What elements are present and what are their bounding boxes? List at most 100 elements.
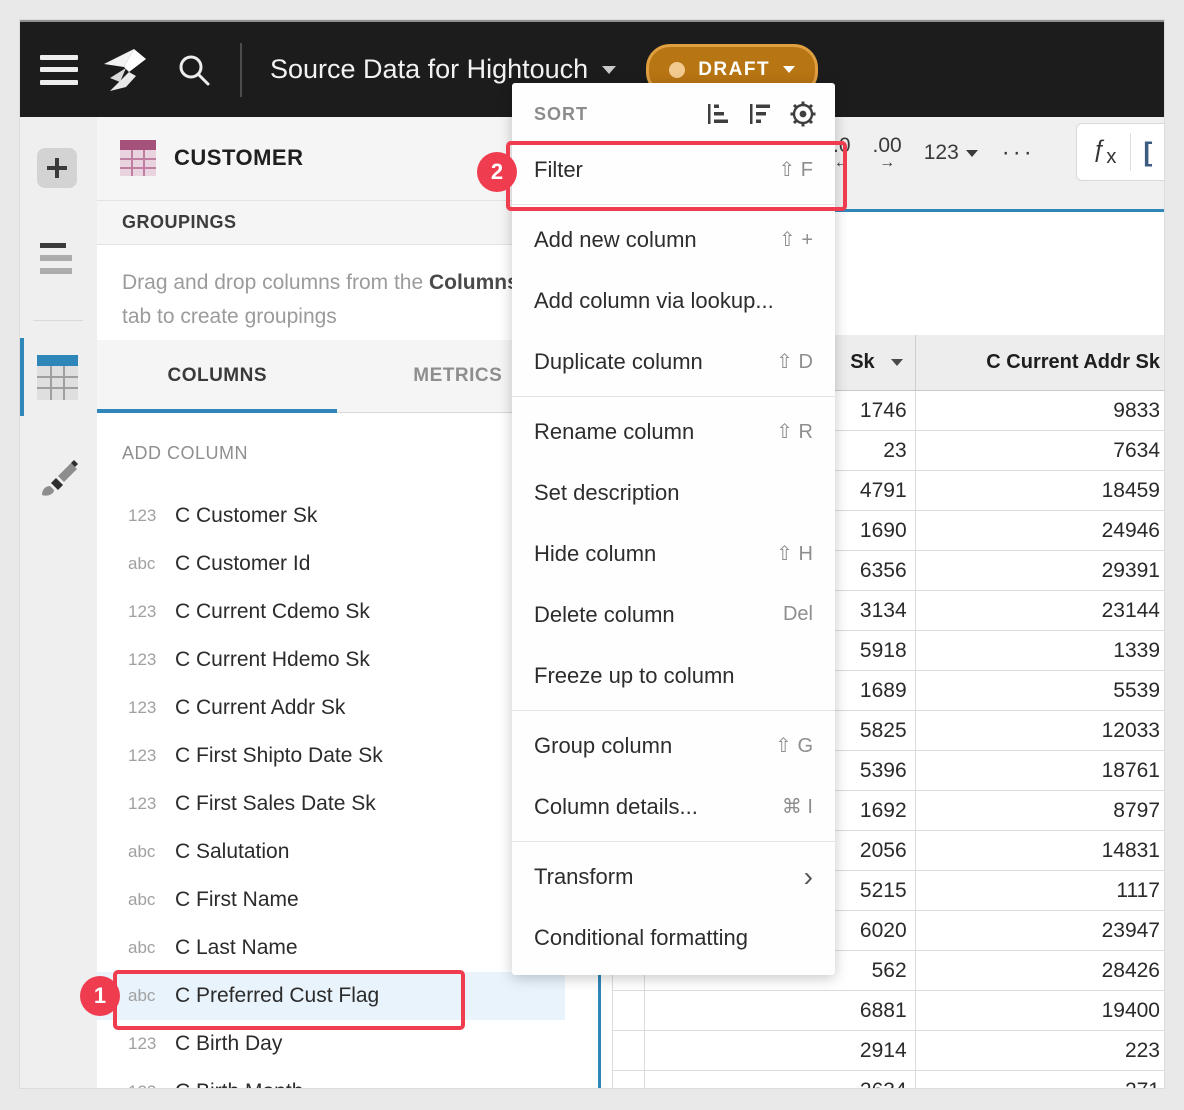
menu-item[interactable]: › <box>512 396 835 397</box>
table-panel-icon[interactable] <box>37 355 78 400</box>
tab-columns[interactable]: COLUMNS <box>97 340 338 412</box>
table-row: 6881 19400 <box>612 991 1164 1031</box>
search-icon[interactable] <box>176 52 212 88</box>
cell-col2[interactable]: 8797 <box>916 791 1164 830</box>
row-gutter-cell[interactable] <box>612 1031 645 1070</box>
column-list-item[interactable]: abc C First Name <box>97 876 578 924</box>
sigma-logo-icon[interactable] <box>100 46 152 94</box>
column-list-item[interactable]: 123 C Birth Month <box>97 1068 578 1088</box>
menu-item[interactable]: Rename column ⇧ R › <box>512 401 835 462</box>
cell-col2[interactable]: 24946 <box>916 511 1164 550</box>
column-list-item[interactable]: 123 C Current Addr Sk <box>97 684 578 732</box>
annotation-badge-step1: 1 <box>80 976 120 1016</box>
column-list-item[interactable]: 123 C Current Hdemo Sk <box>97 636 578 684</box>
add-column-label[interactable]: ADD COLUMN <box>122 443 248 464</box>
column-list-item[interactable]: 123 C Birth Day <box>97 1020 578 1068</box>
cell-col1[interactable]: 2634 <box>645 1071 916 1088</box>
cell-col2[interactable]: 23947 <box>916 911 1164 950</box>
cell-col2[interactable]: 28426 <box>916 951 1164 990</box>
cell-col2[interactable]: 23144 <box>916 591 1164 630</box>
cell-col2[interactable]: 223 <box>916 1031 1164 1070</box>
menu-item[interactable]: Add new column ⇧ + › <box>512 209 835 270</box>
menu-item-shortcut: Del <box>783 603 813 626</box>
sort-settings-gear-icon[interactable] <box>789 100 817 128</box>
column-list-item[interactable]: abc C Preferred Cust Flag <box>97 972 565 1020</box>
column-name: C Preferred Cust Flag <box>175 984 379 1008</box>
format-brush-icon[interactable] <box>38 455 78 498</box>
cell-col1[interactable]: 2914 <box>645 1031 916 1070</box>
menu-item[interactable]: Add column via lookup... › <box>512 270 835 331</box>
formula-fx-icon[interactable]: ƒx <box>1093 136 1116 169</box>
title-caret-icon[interactable] <box>602 66 616 74</box>
cell-col2[interactable]: 9833 <box>916 391 1164 430</box>
cell-col2[interactable]: 14831 <box>916 831 1164 870</box>
column-list-item[interactable]: abc C Salutation <box>97 828 578 876</box>
grid-header-col2[interactable]: C Current Addr Sk <box>916 335 1164 390</box>
formula-bar[interactable]: ƒx [ <box>1076 123 1164 181</box>
menu-item[interactable]: Filter ⇧ F › <box>512 139 835 200</box>
cell-col1[interactable]: 6881 <box>645 991 916 1030</box>
menu-item-shortcut: ⌘ I <box>782 794 813 819</box>
menu-items: Filter ⇧ F › › Add new column ⇧ + › <box>512 139 835 968</box>
cell-col2[interactable]: 18761 <box>916 751 1164 790</box>
menu-item-shortcut: ⇧ D <box>776 349 813 374</box>
menu-item[interactable]: Duplicate column ⇧ D › <box>512 331 835 392</box>
menu-item[interactable]: Conditional formatting › <box>512 907 835 968</box>
column-type-icon: abc <box>128 986 175 1006</box>
menu-item[interactable]: Delete column Del › <box>512 584 835 645</box>
groupings-section-header[interactable]: GROUPINGS <box>97 201 578 245</box>
more-options-button[interactable]: ··· <box>1002 139 1035 167</box>
groupings-dropzone[interactable]: Drag and drop columns from the Columns t… <box>97 246 578 340</box>
cell-col2[interactable]: 12033 <box>916 711 1164 750</box>
decrease-decimal-button[interactable]: .0 ← <box>833 136 851 170</box>
column-list-item[interactable]: 123 C First Shipto Date Sk <box>97 732 578 780</box>
outline-panel-icon[interactable] <box>40 243 74 281</box>
menu-item[interactable]: Group column ⇧ G › <box>512 715 835 776</box>
cell-col2[interactable]: 29391 <box>916 551 1164 590</box>
menu-item-label: Hide column <box>534 541 776 567</box>
column-type-icon: 123 <box>128 650 175 670</box>
column-list-item[interactable]: 123 C Current Cdemo Sk <box>97 588 578 636</box>
menu-item[interactable]: Hide column ⇧ H › <box>512 523 835 584</box>
menu-item[interactable]: Freeze up to column › <box>512 645 835 706</box>
cell-col2[interactable]: 5539 <box>916 671 1164 710</box>
menu-item-label: Group column <box>534 733 775 759</box>
column-list-item[interactable]: abc C Last Name <box>97 924 578 972</box>
menu-item[interactable]: Column details... ⌘ I › <box>512 776 835 837</box>
menu-item[interactable]: › <box>512 710 835 711</box>
rail-divider <box>33 320 83 321</box>
increase-decimal-button[interactable]: .00 → <box>873 136 902 170</box>
left-icon-rail <box>20 115 98 1088</box>
number-format-dropdown[interactable]: 123 <box>924 141 978 165</box>
cell-col2[interactable]: 19400 <box>916 991 1164 1030</box>
customer-table-icon <box>120 140 156 176</box>
cell-col2[interactable]: 1117 <box>916 871 1164 910</box>
bracket-icon: [ <box>1143 137 1152 168</box>
menu-item[interactable]: Set description › <box>512 462 835 523</box>
menu-item[interactable]: Transform › <box>512 846 835 907</box>
cell-col2[interactable]: 18459 <box>916 471 1164 510</box>
cell-col2[interactable]: 7634 <box>916 431 1164 470</box>
menu-item-shortcut: ⇧ G <box>775 733 813 758</box>
column-list-item[interactable]: 123 C First Sales Date Sk <box>97 780 578 828</box>
row-gutter-cell[interactable] <box>612 1071 645 1088</box>
annotation-badge-step2: 2 <box>477 152 517 192</box>
column-type-icon: 123 <box>128 1034 175 1054</box>
cell-col2[interactable]: 1339 <box>916 631 1164 670</box>
column-list-item[interactable]: abc C Customer Id <box>97 540 578 588</box>
menu-item-shortcut: ⇧ R <box>776 419 813 444</box>
document-title[interactable]: Source Data for Hightouch <box>270 54 588 85</box>
column-list-item[interactable]: 123 C Customer Sk <box>97 492 578 540</box>
add-element-button[interactable] <box>37 148 77 188</box>
panel-tabs: COLUMNS METRICS <box>97 340 578 413</box>
menu-item-label: Delete column <box>534 602 783 628</box>
menu-item[interactable]: › <box>512 204 835 205</box>
cell-col2[interactable]: 271 <box>916 1071 1164 1088</box>
hamburger-menu-icon[interactable] <box>40 55 78 85</box>
column-type-icon: 123 <box>128 1082 175 1088</box>
row-gutter-cell[interactable] <box>612 991 645 1030</box>
sort-descending-icon[interactable] <box>747 101 773 127</box>
menu-item[interactable]: › <box>512 841 835 842</box>
sort-ascending-icon[interactable] <box>705 101 731 127</box>
column-sort-caret-icon[interactable] <box>891 359 903 366</box>
